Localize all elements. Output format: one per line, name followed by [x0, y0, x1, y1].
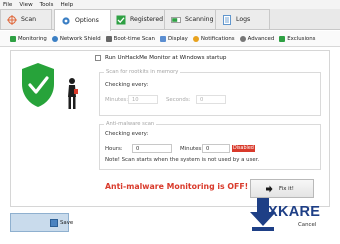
- subtab-notifications[interactable]: Notifications: [192, 35, 235, 42]
- subtab-monitoring[interactable]: Monitoring: [10, 35, 47, 42]
- antimalware-hours-value: 0: [136, 146, 140, 152]
- subtab-boot-time-scan[interactable]: Boot-time Scan: [105, 35, 155, 42]
- tab-registered-label: Registered: [130, 16, 164, 23]
- menu-bar: File View Tools Help: [0, 0, 340, 9]
- gear-icon: [62, 16, 70, 25]
- globe-icon: [51, 35, 58, 42]
- disabled-status-badge: Disabled: [232, 145, 255, 152]
- save-button[interactable]: Save: [10, 213, 73, 232]
- subtab-monitoring-label: Monitoring: [18, 35, 47, 42]
- subtab-advanced[interactable]: Advanced: [239, 35, 275, 42]
- tab-options[interactable]: Options: [54, 9, 111, 31]
- antimalware-hours-input[interactable]: 0: [132, 144, 172, 153]
- antimalware-note: Note! Scan starts when the system is not…: [105, 157, 260, 163]
- startup-checkbox-row[interactable]: Run UnHackMe Monitor at Windows startup: [95, 55, 226, 61]
- boot-icon: [105, 35, 112, 42]
- subtab-boot-time-scan-label: Boot-time Scan: [113, 35, 155, 42]
- rootkit-checking-label: Checking every:: [105, 82, 149, 88]
- rootkit-minutes-input[interactable]: 10: [128, 95, 158, 104]
- floppy-disk-icon: [50, 219, 58, 227]
- subtab-advanced-label: Advanced: [247, 35, 275, 42]
- tab-registered[interactable]: Registered: [109, 9, 172, 29]
- rootkit-scan-group: Scan for rootkits in memory: [99, 69, 321, 116]
- main-tab-bar: Scan Options Registered Scanning Logs: [0, 9, 340, 31]
- tab-logs[interactable]: Logs: [215, 9, 270, 29]
- antimalware-minutes-label: Minutes:: [180, 146, 204, 152]
- antimalware-minutes-value: 0: [206, 146, 210, 152]
- save-label: Save: [60, 220, 74, 226]
- fix-it-label: Fix it!: [279, 185, 294, 192]
- subtab-network-shield-label: Network Shield: [59, 35, 101, 42]
- tab-logs-label: Logs: [236, 16, 251, 23]
- person-illustration: [68, 78, 78, 109]
- arrow-right-icon: [266, 185, 273, 192]
- antimalware-hours-label: Hours:: [105, 146, 123, 152]
- gear-icon: [239, 35, 246, 42]
- cancel-button[interactable]: Cancel: [298, 222, 316, 228]
- rootkit-seconds-label: Seconds:: [166, 97, 191, 103]
- fix-it-button[interactable]: Fix it!: [250, 179, 314, 198]
- check-icon: [116, 15, 126, 24]
- rootkit-group-title: Scan for rootkits in memory: [104, 69, 181, 75]
- check-icon: [279, 35, 286, 42]
- tab-scan[interactable]: Scan: [0, 9, 52, 29]
- monitor-icon: [159, 35, 166, 42]
- menu-view[interactable]: View: [19, 2, 32, 8]
- crosshair-icon: [7, 14, 17, 25]
- options-sub-tab-bar: Monitoring Network Shield Boot-time Scan…: [0, 31, 340, 47]
- monitoring-off-message: Anti-malware Monitoring is OFF!: [105, 182, 249, 191]
- subtab-display[interactable]: Display: [159, 35, 188, 42]
- rootkit-seconds-value: 0: [200, 97, 204, 103]
- antimalware-minutes-input[interactable]: 0: [202, 144, 230, 153]
- progress-icon: [171, 16, 181, 23]
- subtab-network-shield[interactable]: Network Shield: [51, 35, 101, 42]
- startup-checkbox-label: Run UnHackMe Monitor at Windows startup: [105, 55, 227, 61]
- rootkit-seconds-input[interactable]: 0: [196, 95, 226, 104]
- menu-tools[interactable]: Tools: [40, 2, 54, 8]
- tab-options-label: Options: [75, 17, 99, 24]
- shield-check-icon: [22, 63, 54, 107]
- xkare-watermark: XKARE: [268, 204, 321, 220]
- subtab-display-label: Display: [167, 35, 188, 42]
- tab-scanning[interactable]: Scanning: [164, 9, 222, 29]
- menu-help[interactable]: Help: [60, 2, 73, 8]
- subtab-notifications-label: Notifications: [200, 35, 235, 42]
- rootkit-minutes-value: 10: [132, 97, 139, 103]
- bell-icon: [192, 35, 199, 42]
- antimalware-group-title: Anti-malware scan: [104, 121, 157, 127]
- log-icon: [223, 14, 231, 25]
- startup-checkbox[interactable]: [95, 55, 101, 61]
- subtab-exclusions-label: Exclusions: [287, 35, 316, 42]
- shield-icon: [10, 35, 16, 42]
- subtab-exclusions[interactable]: Exclusions: [279, 35, 316, 42]
- antimalware-checking-label: Checking every:: [105, 131, 149, 137]
- menu-file[interactable]: File: [3, 2, 12, 8]
- tab-scanning-label: Scanning: [185, 16, 214, 23]
- rootkit-minutes-label: Minutes:: [105, 97, 129, 103]
- tab-scan-label: Scan: [21, 16, 37, 23]
